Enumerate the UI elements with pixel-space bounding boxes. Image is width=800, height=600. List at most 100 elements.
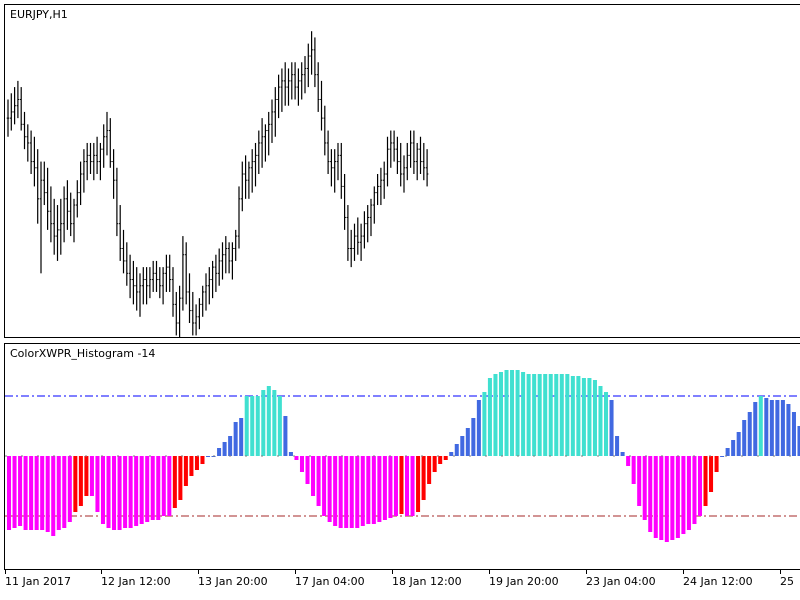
price-bar (320, 80, 323, 131)
price-bar (254, 142, 257, 187)
time-tick-mark (489, 570, 490, 574)
price-bar (10, 93, 13, 131)
histogram-bar (487, 378, 492, 456)
histogram-bar (206, 456, 211, 457)
histogram-bar (277, 396, 282, 456)
price-bar (112, 149, 115, 199)
histogram-bar (515, 370, 520, 456)
price-bar (151, 260, 155, 292)
histogram-bar (753, 402, 758, 456)
price-bar (283, 62, 287, 106)
price-bar (250, 149, 254, 193)
price-chart-svg (6, 31, 429, 337)
histogram-bar (659, 456, 664, 540)
histogram-bar (736, 432, 741, 456)
histogram-bar (56, 456, 61, 530)
histogram-bar (95, 456, 100, 512)
histogram-bar (167, 456, 172, 516)
histogram-bar (299, 456, 304, 472)
price-chart-panel[interactable]: EURJPY,H1 (4, 4, 800, 338)
histogram-bar (405, 456, 410, 516)
price-bar (340, 142, 343, 199)
price-bar (402, 155, 406, 193)
time-tick-label: 11 Jan 2017 (5, 575, 71, 588)
time-tick-label: 17 Jan 04:00 (295, 575, 365, 588)
price-bar (184, 242, 188, 305)
price-bar (214, 254, 218, 292)
price-bar (105, 111, 109, 156)
price-bar (191, 291, 195, 336)
histogram-bar (261, 390, 266, 456)
time-tick-label: 23 Jan 04:00 (586, 575, 656, 588)
histogram-bar (747, 412, 752, 456)
indicator-histogram-svg (5, 370, 800, 542)
price-bar (145, 267, 148, 305)
price-bar (79, 161, 82, 206)
price-bar (217, 248, 221, 286)
histogram-bar (12, 456, 17, 528)
histogram-bar (576, 376, 581, 456)
price-bar (49, 186, 53, 243)
price-bar (303, 56, 307, 94)
histogram-bar (355, 456, 360, 528)
price-bar (396, 136, 399, 174)
price-bar (132, 260, 135, 305)
histogram-bar (642, 456, 647, 520)
price-bar (323, 105, 327, 156)
price-bar (356, 217, 360, 255)
price-bar (359, 223, 363, 261)
price-bar (175, 291, 178, 336)
histogram-bar (410, 456, 415, 516)
histogram-bar (399, 456, 404, 514)
histogram-bar (775, 400, 780, 456)
time-tick-mark (295, 570, 296, 574)
histogram-bar (675, 456, 680, 538)
histogram-bar (581, 378, 586, 456)
histogram-bar (720, 456, 725, 457)
histogram-bar (570, 376, 575, 456)
price-bar (118, 205, 122, 261)
price-bar (148, 267, 152, 299)
histogram-bar (128, 456, 133, 528)
histogram-bar (7, 456, 12, 530)
price-bar (419, 136, 422, 174)
histogram-bar (250, 396, 255, 456)
price-bar (257, 130, 261, 174)
price-bar (26, 124, 30, 162)
price-bar (16, 80, 20, 119)
price-bar (82, 149, 86, 193)
histogram-bar (156, 456, 161, 520)
price-bar (89, 142, 92, 174)
histogram-bar (283, 416, 288, 456)
price-bar (336, 142, 340, 181)
price-bar (201, 285, 204, 317)
price-bar (128, 254, 132, 299)
histogram-bar (244, 396, 249, 456)
indicator-panel[interactable]: ColorXWPR_Histogram -14 (4, 343, 800, 570)
price-bar (158, 267, 162, 299)
histogram-bar (609, 400, 614, 456)
histogram-bar (377, 456, 382, 522)
price-bar (343, 174, 346, 230)
histogram-bar (686, 456, 691, 530)
histogram-bar (388, 456, 393, 518)
histogram-bar (769, 400, 774, 456)
histogram-bar (548, 374, 553, 456)
histogram-bar (653, 456, 658, 538)
histogram-bar (382, 456, 387, 520)
histogram-bar (228, 436, 233, 456)
price-bar (376, 174, 379, 206)
histogram-bar (421, 456, 426, 500)
price-bar (66, 180, 69, 230)
histogram-bar (731, 440, 736, 456)
price-bar (280, 68, 284, 112)
price-bar (115, 167, 119, 237)
price-bar (406, 142, 409, 181)
histogram-bar (73, 456, 78, 512)
price-bar (13, 87, 16, 125)
histogram-bar (764, 398, 769, 456)
price-bar (69, 192, 72, 237)
price-bar (392, 130, 396, 162)
price-bar (270, 99, 274, 143)
price-bar (409, 130, 412, 168)
